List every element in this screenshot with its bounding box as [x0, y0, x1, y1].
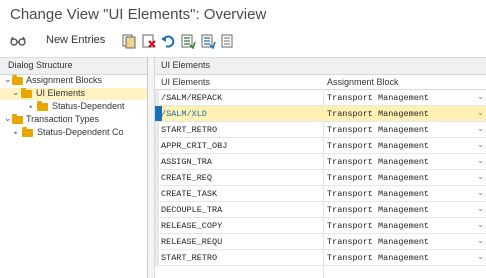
tree-item-label: UI Elements	[36, 88, 86, 98]
table-row[interactable]: START_RETRO Transport Management ⌄	[155, 250, 486, 266]
table-row[interactable]: START_RETRO Transport Management ⌄	[155, 122, 486, 138]
row-selector[interactable]	[155, 234, 159, 249]
ui-element-cell[interactable]: APPR_CRIT_OBJ	[161, 141, 227, 151]
tree-item-status-dependent-co[interactable]: • Status-Dependent Co	[0, 127, 147, 139]
chevron-down-icon[interactable]: ⌄	[477, 108, 484, 117]
deselect-all-icon[interactable]	[220, 33, 236, 49]
ui-element-cell[interactable]: /SALM/XLD	[161, 109, 207, 119]
chevron-down-icon[interactable]: ⌄	[477, 92, 484, 101]
assignment-block-cell[interactable]: Transport Management	[327, 125, 429, 135]
ui-element-cell[interactable]: RELEASE_COPY	[161, 221, 222, 231]
tree-item-assignment-blocks[interactable]: ⌄ Assignment Blocks	[0, 74, 147, 87]
ui-element-cell[interactable]: START_RETRO	[161, 125, 217, 135]
folder-icon	[12, 75, 23, 85]
dialog-structure-pane: Dialog Structure ⌄ Assignment Blocks ⌄ U…	[0, 58, 148, 278]
table-row[interactable]: /SALM/REPACK Transport Management ⌄	[155, 90, 486, 106]
ui-element-cell[interactable]: CREATE_REQ	[161, 173, 212, 183]
tree-item-label: Assignment Blocks	[26, 75, 103, 85]
tree-item-label: Transaction Types	[26, 114, 100, 124]
bullet-icon: •	[14, 128, 18, 138]
ui-element-cell[interactable]: /SALM/REPACK	[161, 93, 222, 103]
ui-element-cell[interactable]: START_RETRO	[161, 253, 217, 263]
chevron-down-icon[interactable]: ⌄	[477, 156, 484, 165]
chevron-down-icon[interactable]: ⌄	[477, 188, 484, 197]
assignment-block-cell[interactable]: Transport Management	[327, 157, 429, 167]
table-title: UI Elements	[155, 58, 486, 75]
row-selector[interactable]	[155, 250, 159, 265]
copy-icon[interactable]	[121, 33, 137, 49]
delete-icon[interactable]	[141, 33, 157, 49]
chevron-down-icon[interactable]: ⌄	[477, 204, 484, 213]
row-selector[interactable]	[155, 202, 159, 217]
pane-splitter[interactable]	[148, 58, 155, 278]
tree-item-transaction-types[interactable]: ⌄ Transaction Types	[0, 113, 147, 126]
ui-element-cell[interactable]: ASSIGN_TRA	[161, 157, 212, 167]
chevron-down-icon[interactable]: ⌄	[4, 74, 12, 85]
table-row[interactable]: DECOUPLE_TRA Transport Management ⌄	[155, 202, 486, 218]
assignment-block-cell[interactable]: Transport Management	[327, 253, 429, 263]
chevron-down-icon[interactable]: ⌄	[477, 252, 484, 261]
table-row[interactable]: RELEASE_COPY Transport Management ⌄	[155, 218, 486, 234]
assignment-block-cell[interactable]: Transport Management	[327, 141, 429, 151]
table-row[interactable]: RELEASE_REQU Transport Management ⌄	[155, 234, 486, 250]
bullet-icon: •	[29, 102, 33, 112]
table-row[interactable]: /SALM/XLD Transport Management ⌄	[155, 106, 486, 122]
folder-icon	[12, 114, 23, 124]
tree-item-label: Status-Dependent	[52, 101, 125, 111]
table-row[interactable]: ASSIGN_TRA Transport Management ⌄	[155, 154, 486, 170]
undo-icon[interactable]	[160, 33, 176, 49]
toolbar: New Entries	[0, 29, 486, 53]
tree-item-ui-elements[interactable]: ⌄ UI Elements	[0, 87, 147, 100]
chevron-down-icon[interactable]: ⌄	[477, 172, 484, 181]
chevron-down-icon[interactable]: ⌄	[477, 124, 484, 133]
ui-element-cell[interactable]: DECOUPLE_TRA	[161, 205, 222, 215]
select-block-icon[interactable]	[200, 33, 216, 49]
dialog-structure-header: Dialog Structure	[0, 58, 147, 75]
chevron-down-icon[interactable]: ⌄	[12, 87, 20, 98]
ui-elements-table: UI Elements UI Elements Assignment Block…	[155, 58, 486, 278]
row-selector[interactable]	[155, 138, 159, 153]
row-selector[interactable]	[155, 218, 159, 233]
row-selector[interactable]	[155, 90, 159, 105]
chevron-down-icon[interactable]: ⌄	[477, 140, 484, 149]
ui-element-cell[interactable]: RELEASE_REQU	[161, 237, 222, 247]
assignment-block-cell[interactable]: Transport Management	[327, 221, 429, 231]
column-header-ui-elements[interactable]: UI Elements	[161, 77, 210, 87]
select-all-icon[interactable]	[180, 33, 196, 49]
tree-item-status-dependent[interactable]: • Status-Dependent	[0, 101, 147, 113]
row-selector[interactable]	[155, 170, 159, 185]
ui-element-cell[interactable]: CREATE_TASK	[161, 189, 217, 199]
folder-icon	[37, 101, 48, 111]
chevron-down-icon[interactable]: ⌄	[477, 220, 484, 229]
new-entries-button[interactable]: New Entries	[46, 34, 105, 46]
page-title: Change View "UI Elements": Overview	[10, 6, 267, 23]
chevron-down-icon[interactable]: ⌄	[4, 113, 12, 124]
row-selector[interactable]	[155, 154, 159, 169]
row-selector[interactable]	[155, 186, 159, 201]
assignment-block-cell[interactable]: Transport Management	[327, 189, 429, 199]
row-selector[interactable]	[155, 122, 159, 137]
assignment-block-cell[interactable]: Transport Management	[327, 109, 429, 119]
folder-open-icon	[21, 88, 32, 98]
table-header: UI Elements Assignment Block	[155, 75, 486, 90]
assignment-block-cell[interactable]: Transport Management	[327, 173, 429, 183]
assignment-block-cell[interactable]: Transport Management	[327, 93, 429, 103]
glasses-icon[interactable]	[10, 33, 26, 49]
table-row[interactable]: CREATE_TASK Transport Management ⌄	[155, 186, 486, 202]
table-row[interactable]: APPR_CRIT_OBJ Transport Management ⌄	[155, 138, 486, 154]
tree-item-label: Status-Dependent Co	[37, 127, 124, 137]
assignment-block-cell[interactable]: Transport Management	[327, 237, 429, 247]
column-header-assignment-block[interactable]: Assignment Block	[327, 77, 399, 87]
chevron-down-icon[interactable]: ⌄	[477, 236, 484, 245]
folder-icon	[22, 127, 33, 137]
table-row[interactable]: CREATE_REQ Transport Management ⌄	[155, 170, 486, 186]
assignment-block-cell[interactable]: Transport Management	[327, 205, 429, 215]
